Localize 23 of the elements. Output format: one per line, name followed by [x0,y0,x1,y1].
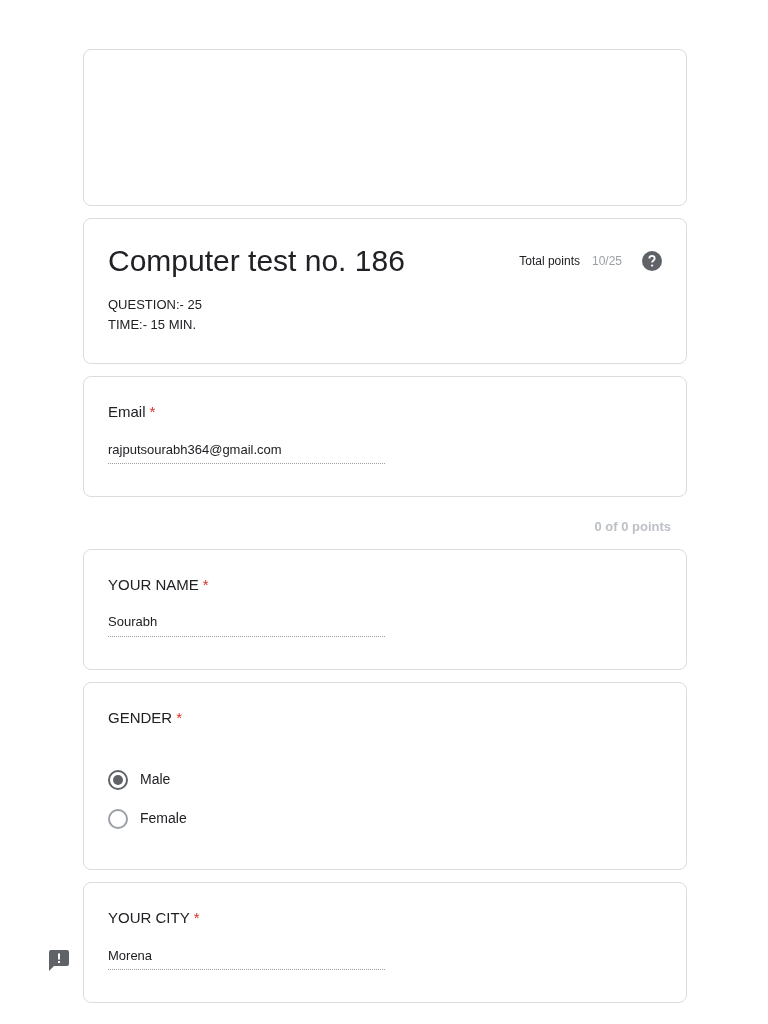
answer-field[interactable]: Sourabh [108,612,385,637]
total-points-label: Total points [519,253,580,270]
option-label: Male [140,770,171,789]
required-mark: * [193,908,200,928]
points-text: 0 of 0 points [594,518,672,536]
feedback-icon[interactable] [49,950,69,971]
option-label: Female [140,809,187,828]
question-label: YOUR NAME [108,574,199,595]
question-label: GENDER [108,707,173,728]
description-line: QUESTION:- 25 [108,296,203,314]
form-title: Computer test no. 186 [108,243,405,279]
question-label: YOUR CITY [108,908,190,928]
question-label: Email [108,402,146,422]
required-mark: * [202,574,209,595]
answer-field[interactable]: Morena [108,945,385,970]
required-mark: * [149,402,156,422]
total-points-value: 10/25 [591,253,622,270]
radio-button[interactable] [108,808,128,829]
answer-field[interactable]: rajputsourabh364@gmail.com [108,439,385,464]
help-icon[interactable] [642,251,662,271]
required-mark: * [176,707,183,728]
radio-button[interactable] [108,769,128,790]
description-line: TIME:- 15 MIN. [108,316,198,334]
